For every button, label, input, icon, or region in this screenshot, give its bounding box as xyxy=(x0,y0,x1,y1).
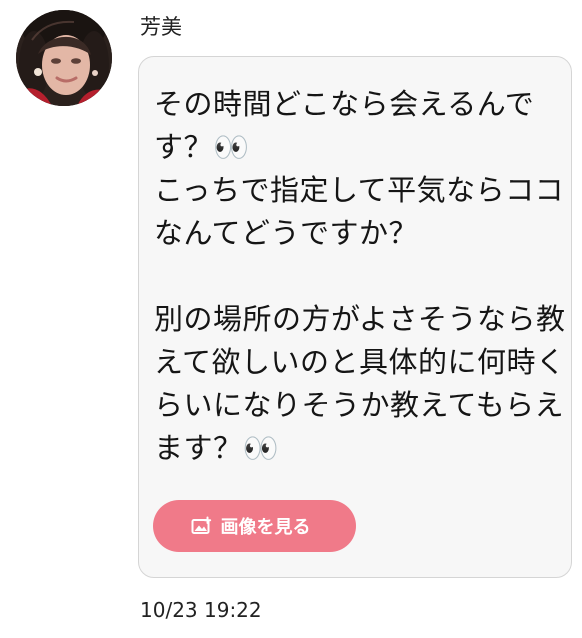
image-plus-icon xyxy=(191,516,213,536)
view-image-button[interactable]: 画像を見る xyxy=(153,500,356,552)
message-timestamp: 10/23 19:22 xyxy=(140,598,262,622)
message-text: その時間どこなら会えるんです？👀 こっちで指定して平気ならココなんてどうですか？… xyxy=(154,87,566,465)
chat-screen: 芳美 その時間どこなら会えるんです？👀 こっちで指定して平気ならココなんてどうで… xyxy=(0,0,582,638)
sender-name: 芳美 xyxy=(140,15,182,39)
message-bubble: その時間どこなら会えるんです？👀 こっちで指定して平気ならココなんてどうですか？… xyxy=(138,56,572,578)
avatar-photo xyxy=(16,10,112,106)
view-image-label: 画像を見る xyxy=(220,517,311,538)
sender-avatar[interactable] xyxy=(16,10,112,106)
